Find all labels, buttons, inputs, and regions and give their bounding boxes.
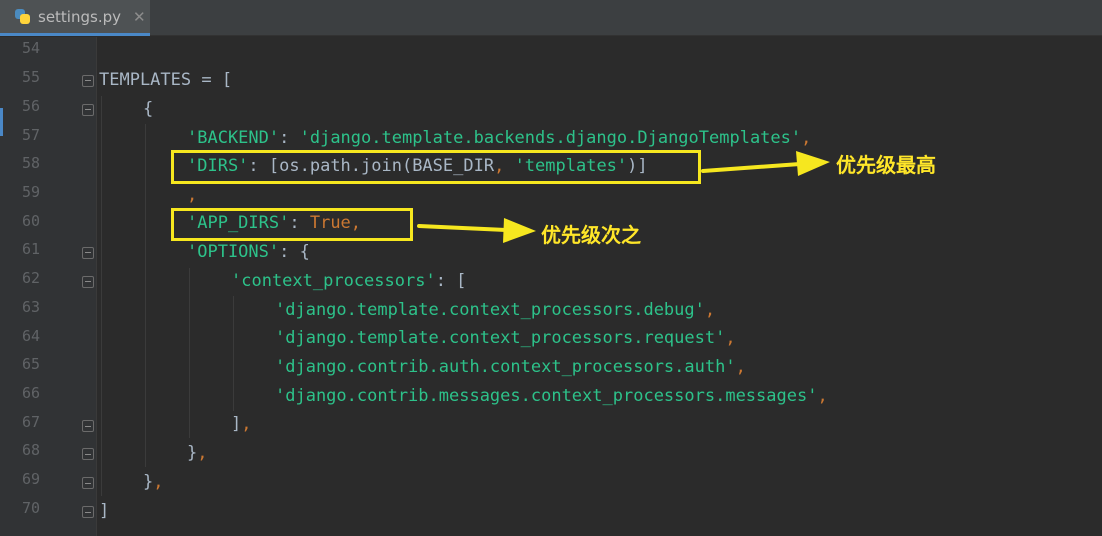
code-line-55[interactable]: TEMPLATES = [ bbox=[99, 66, 232, 94]
tab-label: settings.py bbox=[38, 7, 121, 26]
code-line-64[interactable]: 'django.template.context_processors.requ… bbox=[275, 324, 736, 352]
code-token: } bbox=[143, 472, 154, 492]
close-icon[interactable]: ✕ bbox=[133, 8, 146, 26]
line-number: 69 bbox=[21, 470, 40, 488]
line-number: 62 bbox=[21, 269, 40, 287]
code-token: ] bbox=[231, 414, 242, 434]
highlight-box-dirs bbox=[171, 150, 701, 184]
line-number: 65 bbox=[21, 355, 40, 373]
line-number: 59 bbox=[21, 183, 40, 201]
code-token: , bbox=[801, 128, 812, 148]
line-number: 58 bbox=[21, 154, 40, 172]
line-number: 57 bbox=[21, 126, 40, 144]
code-token: = [ bbox=[191, 70, 233, 90]
code-token: : [ bbox=[435, 271, 467, 291]
code-token: 'OPTIONS' bbox=[187, 242, 280, 262]
line-number: 68 bbox=[21, 441, 40, 459]
fold-toggle-icon[interactable] bbox=[82, 420, 94, 432]
code-token: : { bbox=[279, 242, 310, 262]
code-token: , bbox=[187, 185, 198, 205]
code-token: , bbox=[197, 443, 208, 463]
code-token: , bbox=[241, 414, 252, 434]
line-number: 66 bbox=[21, 384, 40, 402]
code-token: 'django.template.backends.django.DjangoT… bbox=[299, 128, 802, 148]
fold-toggle-icon[interactable] bbox=[82, 247, 94, 259]
code-token: : bbox=[279, 128, 300, 148]
code-token: , bbox=[817, 386, 828, 406]
code-line-59[interactable]: , bbox=[187, 181, 197, 209]
line-number: 67 bbox=[21, 413, 40, 431]
code-token: , bbox=[725, 328, 736, 348]
line-number: 64 bbox=[21, 327, 40, 345]
code-line-65[interactable]: 'django.contrib.auth.context_processors.… bbox=[275, 353, 746, 381]
fold-toggle-icon[interactable] bbox=[82, 75, 94, 87]
code-token: ] bbox=[99, 501, 110, 521]
annotation-app-dirs-priority: 优先级次之 bbox=[541, 223, 641, 247]
code-line-70[interactable]: ] bbox=[99, 497, 109, 525]
code-line-56[interactable]: { bbox=[143, 95, 153, 123]
gutter-divider bbox=[96, 37, 97, 536]
highlight-box-app-dirs bbox=[171, 208, 413, 241]
code-token: TEMPLATES bbox=[99, 70, 192, 90]
code-line-61[interactable]: 'OPTIONS': { bbox=[187, 238, 310, 266]
code-token: , bbox=[704, 300, 716, 320]
code-token: 'BACKEND' bbox=[187, 128, 280, 148]
code-token: } bbox=[187, 443, 198, 463]
indent-guide bbox=[101, 96, 102, 496]
fold-toggle-icon[interactable] bbox=[82, 448, 94, 460]
line-number: 63 bbox=[21, 298, 40, 316]
line-number: 61 bbox=[21, 240, 40, 258]
indent-guide bbox=[189, 268, 190, 438]
python-file-icon bbox=[14, 8, 32, 26]
fold-toggle-icon[interactable] bbox=[82, 477, 94, 489]
indent-guide bbox=[145, 124, 146, 467]
arrow-right-icon bbox=[701, 151, 830, 176]
code-token: 'django.template.context_processors.debu… bbox=[275, 300, 705, 320]
code-line-66[interactable]: 'django.contrib.messages.context_process… bbox=[275, 382, 828, 410]
code-token: , bbox=[735, 357, 746, 377]
line-number: 55 bbox=[21, 68, 40, 86]
code-token: , bbox=[153, 472, 164, 492]
fold-toggle-icon[interactable] bbox=[82, 506, 94, 518]
indent-guide bbox=[233, 296, 234, 411]
line-number: 60 bbox=[21, 212, 40, 230]
line-number: 70 bbox=[21, 499, 40, 517]
line-number: 54 bbox=[21, 39, 40, 57]
fold-toggle-icon[interactable] bbox=[82, 276, 94, 288]
code-token: { bbox=[143, 99, 154, 119]
code-line-63[interactable]: 'django.template.context_processors.debu… bbox=[275, 296, 715, 324]
code-line-67[interactable]: ], bbox=[231, 410, 252, 438]
code-token: 'context_processors' bbox=[231, 271, 436, 291]
arrow-right-icon bbox=[417, 218, 536, 243]
code-line-68[interactable]: }, bbox=[187, 439, 208, 467]
tab-settings-py[interactable]: settings.py ✕ bbox=[0, 0, 150, 36]
code-token: 'django.contrib.messages.context_process… bbox=[275, 386, 818, 406]
line-number: 56 bbox=[21, 97, 40, 115]
fold-toggle-icon[interactable] bbox=[82, 104, 94, 116]
annotation-dirs-priority: 优先级最高 bbox=[836, 153, 936, 177]
code-token: 'django.template.context_processors.requ… bbox=[275, 328, 726, 348]
code-line-62[interactable]: 'context_processors': [ bbox=[231, 267, 466, 295]
code-token: 'django.contrib.auth.context_processors.… bbox=[275, 357, 736, 377]
caret-line-marker bbox=[0, 108, 3, 136]
code-line-57[interactable]: 'BACKEND': 'django.template.backends.dja… bbox=[187, 124, 811, 152]
code-line-69[interactable]: }, bbox=[143, 468, 164, 496]
editor-tab-bar: settings.py ✕ bbox=[0, 0, 1102, 36]
